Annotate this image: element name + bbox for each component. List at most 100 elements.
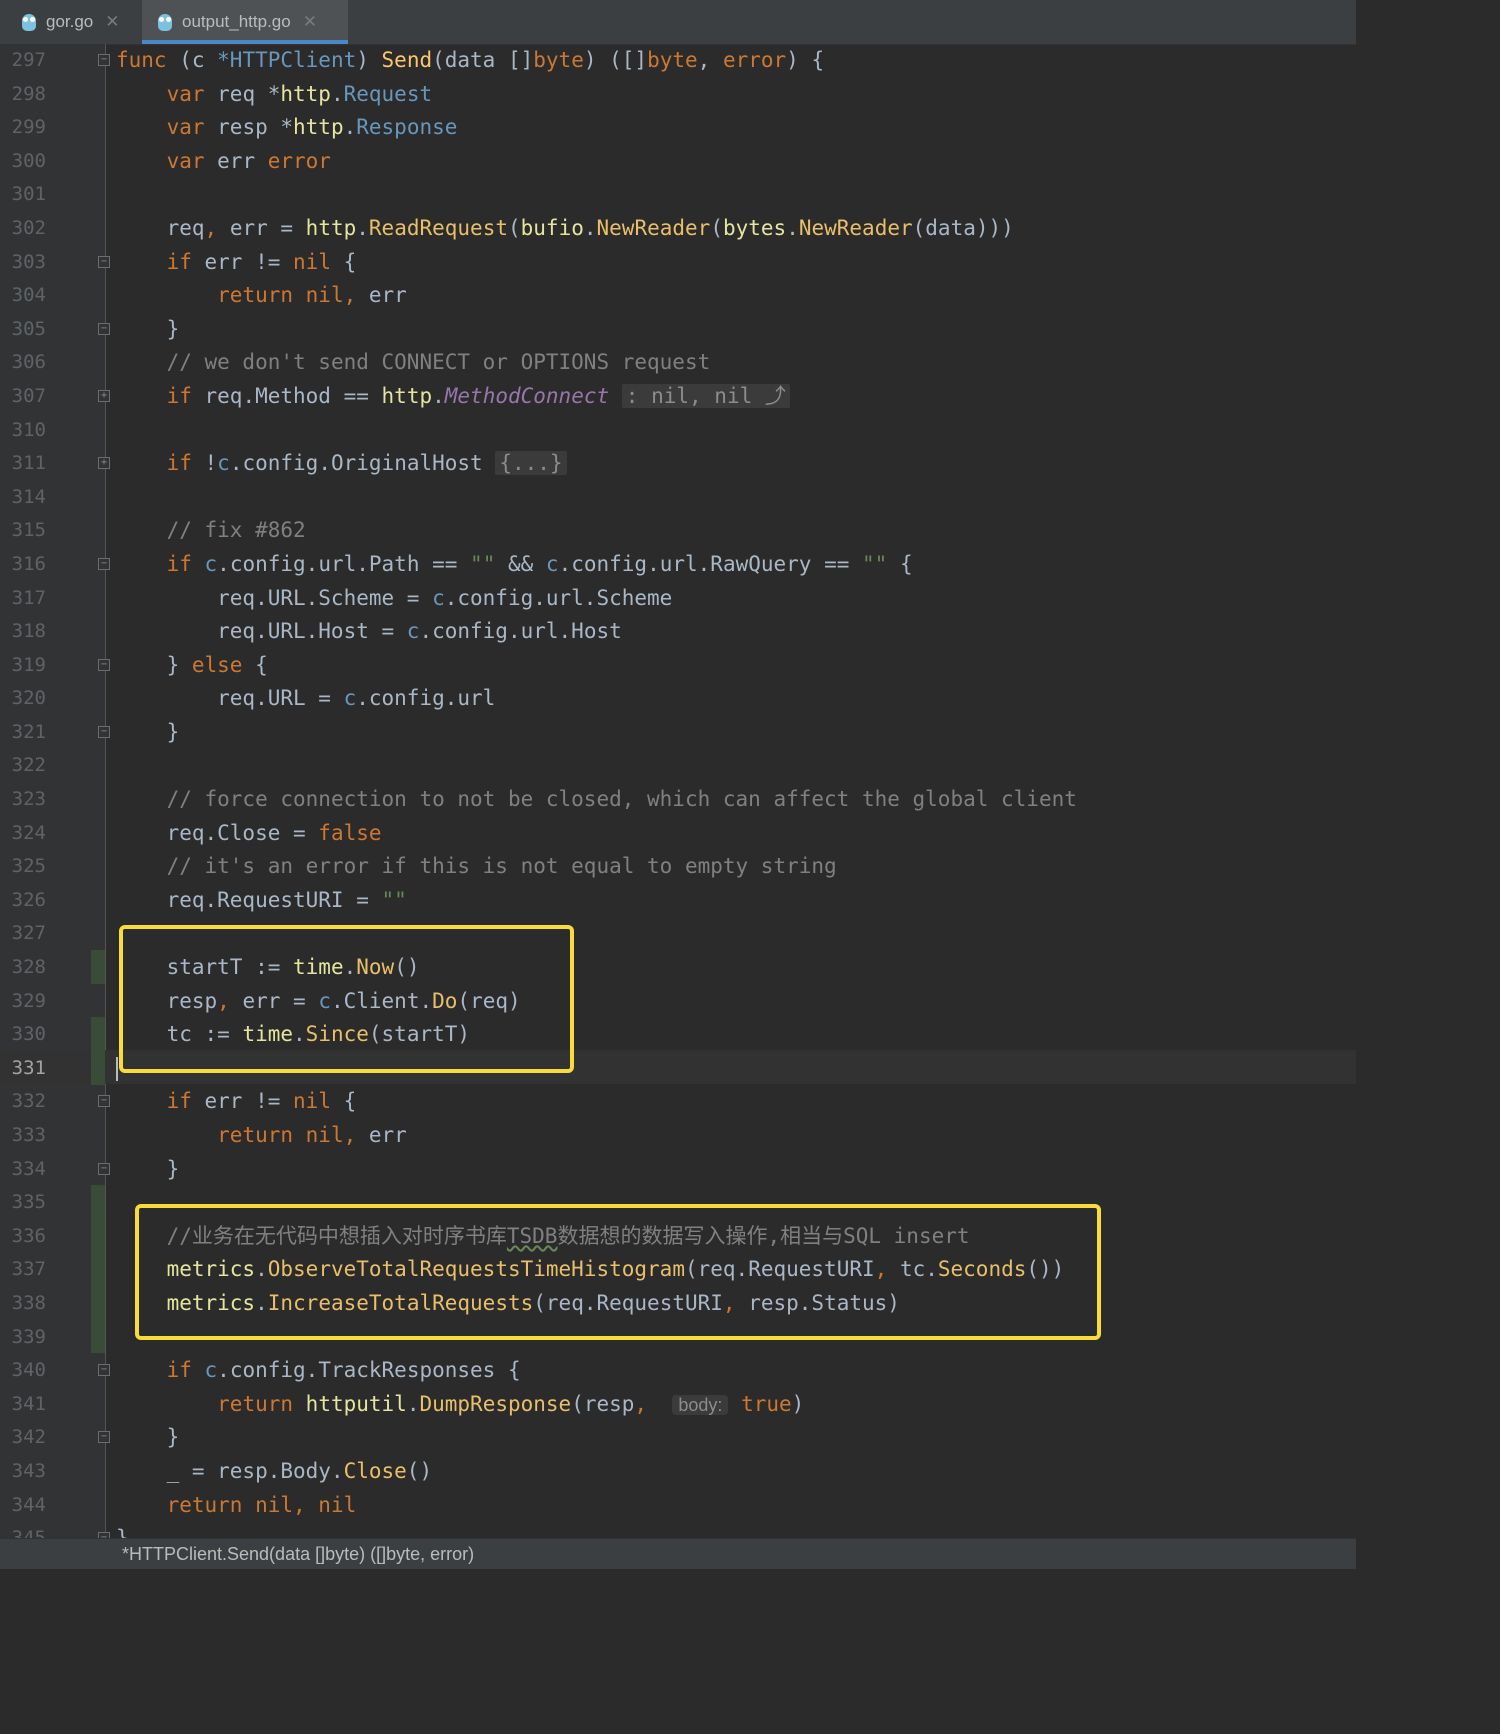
code-line[interactable]: 333 return nil, err	[0, 1119, 1356, 1153]
code-line[interactable]: 331	[0, 1052, 1356, 1086]
code-text: // we don't send CONNECT or OPTIONS requ…	[116, 346, 711, 380]
line-number: 319	[11, 653, 46, 676]
code-line[interactable]: 334 − }	[0, 1153, 1356, 1187]
code-token: Request	[343, 81, 433, 106]
code-token: //业务在无代码中想插入对时序书库	[166, 1223, 507, 1248]
code-line[interactable]: 301	[0, 178, 1356, 212]
close-icon[interactable]: ✕	[303, 12, 317, 32]
line-number: 330	[11, 1023, 46, 1046]
code-token: .config.url.Scheme	[444, 585, 673, 610]
code-line[interactable]: 297− func (c *HTTPClient) Send(data []byt…	[0, 44, 1356, 78]
code-token: (data []	[432, 48, 534, 72]
code-token: req.Close =	[116, 820, 319, 845]
code-line[interactable]: 300 var err error	[0, 145, 1356, 179]
code-line[interactable]: 305 − }	[0, 313, 1356, 347]
code-line[interactable]: 335	[0, 1186, 1356, 1220]
code-token: .	[343, 955, 357, 980]
code-line[interactable]: 344 return nil, nil	[0, 1489, 1356, 1523]
code-line[interactable]: 342 − }	[0, 1421, 1356, 1455]
code-line[interactable]: 326 req.RequestURI = ""	[0, 884, 1356, 918]
code-line[interactable]: 311 + if !c.config.OriginalHost {...}	[0, 447, 1356, 481]
code-line[interactable]: 330 tc := time.Since(startT)	[0, 1018, 1356, 1052]
code-token: byte	[533, 48, 584, 72]
code-line[interactable]: 324 req.Close = false	[0, 817, 1356, 851]
code-line[interactable]: 310	[0, 414, 1356, 448]
code-text: return nil, err	[116, 279, 407, 313]
fold-collapse-icon[interactable]: −	[98, 255, 110, 268]
code-text: req.URL.Scheme = c.config.url.Scheme	[116, 582, 672, 616]
fold-collapse-icon[interactable]: −	[98, 1364, 110, 1377]
fold-collapse-icon[interactable]: −	[98, 1431, 110, 1444]
fold-collapse-icon[interactable]: −	[98, 322, 110, 335]
code-line[interactable]: 322	[0, 749, 1356, 783]
code-line[interactable]: 302 req, err = http.ReadRequest(bufio.Ne…	[0, 212, 1356, 246]
code-line[interactable]: 332 − if err != nil {	[0, 1085, 1356, 1119]
code-token: error	[722, 48, 787, 72]
code-token: err !=	[204, 1089, 294, 1114]
code-lines: 297− func (c *HTTPClient) Send(data []byt…	[0, 44, 1356, 1538]
line-number: 306	[11, 351, 46, 374]
code-token: err	[368, 1123, 407, 1147]
code-line[interactable]: 339	[0, 1321, 1356, 1355]
code-line[interactable]: 304 return nil, err	[0, 279, 1356, 313]
code-text: if c.config.TrackResponses {	[116, 1354, 521, 1388]
code-line[interactable]: 325 // it's an error if this is not equa…	[0, 850, 1356, 884]
fold-collapse-icon[interactable]: −	[98, 54, 110, 66]
code-token: .Client.	[330, 988, 433, 1013]
code-line[interactable]: 338 metrics.IncreaseTotalRequests(req.Re…	[0, 1287, 1356, 1321]
code-line[interactable]: 323 // force connection to not be closed…	[0, 783, 1356, 817]
fold-expand-icon[interactable]: +	[98, 389, 110, 402]
code-line[interactable]: 315 // fix #862	[0, 514, 1356, 548]
code-line[interactable]: 343 _ = resp.Body.Close()	[0, 1455, 1356, 1489]
code-line[interactable]: 298 var req *http.Request	[0, 78, 1356, 112]
line-number: 300	[11, 149, 46, 172]
tab-output-http-go[interactable]: output_http.go ✕	[142, 0, 348, 44]
code-token: err	[368, 283, 407, 308]
folded-region[interactable]: : nil, nil ⤴	[621, 383, 790, 408]
code-line[interactable]: 337 metrics.ObserveTotalRequestsTimeHist…	[0, 1253, 1356, 1287]
code-token: ())	[1026, 1257, 1065, 1282]
line-number: 304	[11, 284, 46, 307]
fold-expand-icon[interactable]: +	[98, 457, 110, 470]
code-line[interactable]: 299 var resp *http.Response	[0, 111, 1356, 145]
code-token: var	[166, 81, 218, 106]
line-number: 335	[11, 1191, 46, 1214]
fold-collapse-icon[interactable]: −	[98, 1162, 110, 1175]
code-line[interactable]: 340 − if c.config.TrackResponses {	[0, 1354, 1356, 1388]
code-line[interactable]: 327	[0, 917, 1356, 951]
fold-collapse-icon[interactable]: −	[98, 725, 110, 738]
line-number: 343	[11, 1459, 46, 1482]
code-line[interactable]: 321 − }	[0, 716, 1356, 750]
code-line[interactable]: 328 startT := time.Now()	[0, 951, 1356, 985]
code-line[interactable]: 345−}	[0, 1522, 1356, 1538]
code-line[interactable]: 303 − if err != nil {	[0, 246, 1356, 280]
line-number: 314	[11, 485, 46, 508]
code-line[interactable]: 336 //业务在无代码中想插入对时序书库TSDB数据想的数据写入操作,相当与S…	[0, 1220, 1356, 1254]
code-line[interactable]: 318 req.URL.Host = c.config.url.Host	[0, 615, 1356, 649]
code-token: .config.url	[356, 686, 496, 711]
fold-collapse-icon[interactable]: −	[98, 557, 110, 570]
code-text: tc := time.Since(startT)	[116, 1018, 470, 1052]
code-line[interactable]: 329 resp, err = c.Client.Do(req)	[0, 985, 1356, 1019]
code-line[interactable]: 316− if c.config.url.Path == "" && c.con…	[0, 548, 1356, 582]
code-token: .	[293, 1022, 306, 1047]
fold-collapse-icon[interactable]: −	[98, 1095, 110, 1108]
breadcrumb[interactable]: *HTTPClient.Send(data []byte) ([]byte, e…	[122, 1539, 474, 1569]
code-line[interactable]: 306 // we don't send CONNECT or OPTIONS …	[0, 346, 1356, 380]
code-line[interactable]: 307 + if req.Method == http.MethodConnect…	[0, 380, 1356, 414]
code-line[interactable]: 314	[0, 481, 1356, 515]
folded-region[interactable]: {...}	[495, 451, 567, 476]
fold-collapse-icon[interactable]: −	[98, 658, 110, 671]
code-line[interactable]: 317 req.URL.Scheme = c.config.url.Scheme	[0, 582, 1356, 616]
tab-gor-go[interactable]: gor.go ✕	[0, 0, 140, 44]
close-icon[interactable]: ✕	[105, 12, 119, 32]
code-editor[interactable]: 297− func (c *HTTPClient) Send(data []byt…	[0, 44, 1356, 1538]
code-line[interactable]: 320 req.URL = c.config.url	[0, 682, 1356, 716]
code-line[interactable]: 341 return httputil.DumpResponse(resp, b…	[0, 1388, 1356, 1422]
line-number: 326	[11, 888, 46, 911]
code-line[interactable]: 319 − } else {	[0, 649, 1356, 683]
